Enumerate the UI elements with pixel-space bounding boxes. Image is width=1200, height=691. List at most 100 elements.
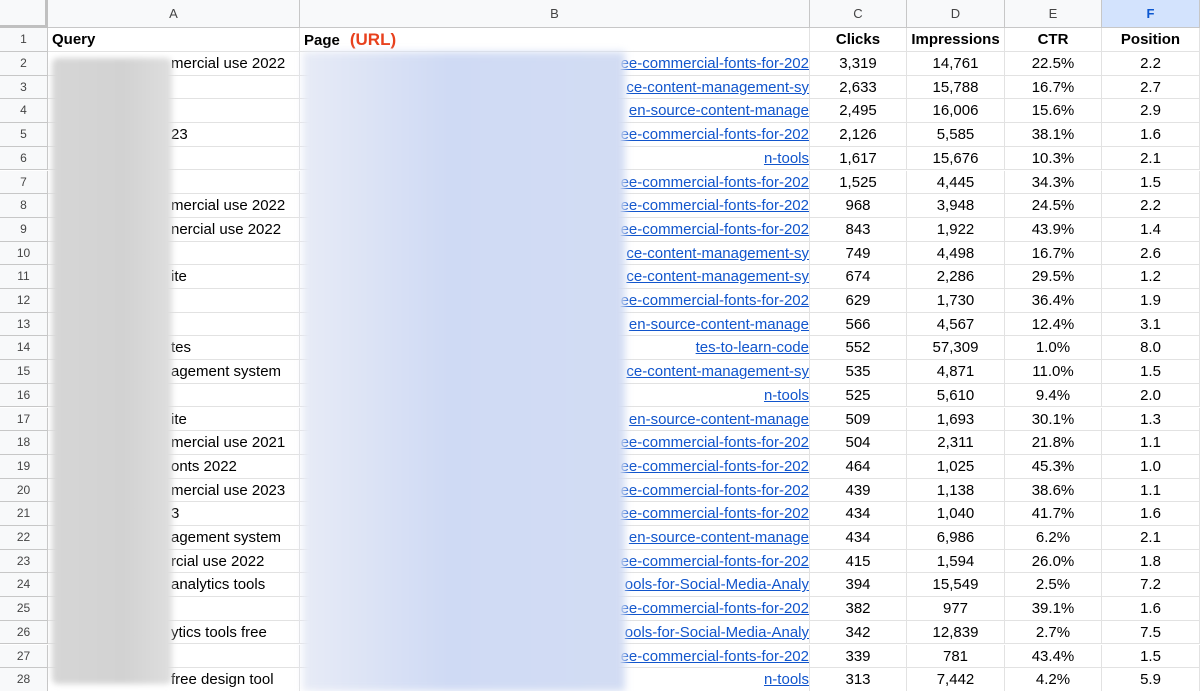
page-url-link[interactable]: ce-content-management-sy (626, 265, 809, 288)
position-cell[interactable]: 8.0 (1102, 336, 1200, 361)
page-url-link[interactable]: ools-for-Social-Media-Analy (625, 573, 809, 596)
page-url-link[interactable]: ee-commercial-fonts-for-202 (621, 479, 809, 502)
position-cell[interactable]: 2.1 (1102, 146, 1200, 171)
clicks-cell[interactable]: 504 (810, 431, 907, 455)
impressions-cell[interactable]: 2,311 (907, 431, 1005, 455)
ctr-cell[interactable]: 30.1% (1005, 407, 1102, 432)
page-url-link[interactable]: en-source-content-manage (629, 99, 809, 122)
row-number[interactable]: 23 (0, 549, 48, 574)
position-cell[interactable]: 2.2 (1102, 194, 1200, 218)
row-number[interactable]: 13 (0, 312, 48, 337)
row-number[interactable]: 27 (0, 644, 48, 669)
ctr-cell[interactable]: 15.6% (1005, 99, 1102, 124)
row-number[interactable]: 4 (0, 99, 48, 124)
position-cell[interactable]: 2.0 (1102, 383, 1200, 408)
position-cell[interactable]: 7.5 (1102, 620, 1200, 645)
position-cell[interactable]: 3.1 (1102, 312, 1200, 337)
page-url-link[interactable]: ce-content-management-sy (626, 76, 809, 99)
column-header-d[interactable]: D (907, 0, 1005, 28)
ctr-cell[interactable]: 39.1% (1005, 597, 1102, 621)
impressions-cell[interactable]: 16,006 (907, 99, 1005, 124)
header-page-cell[interactable]: Page (URL) (300, 28, 810, 52)
header-impressions-cell[interactable]: Impressions (907, 28, 1005, 52)
clicks-cell[interactable]: 2,495 (810, 99, 907, 124)
impressions-cell[interactable]: 2,286 (907, 265, 1005, 289)
row-number[interactable]: 8 (0, 194, 48, 218)
row-number[interactable]: 20 (0, 478, 48, 503)
header-position-cell[interactable]: Position (1102, 28, 1200, 52)
clicks-cell[interactable]: 1,525 (810, 170, 907, 195)
page-url-link[interactable]: ee-commercial-fonts-for-202 (621, 597, 809, 620)
clicks-cell[interactable]: 968 (810, 194, 907, 218)
impressions-cell[interactable]: 1,730 (907, 289, 1005, 313)
impressions-cell[interactable]: 6,986 (907, 526, 1005, 550)
position-cell[interactable]: 1.5 (1102, 360, 1200, 384)
column-header-c[interactable]: C (810, 0, 907, 28)
ctr-cell[interactable]: 38.6% (1005, 478, 1102, 503)
ctr-cell[interactable]: 16.7% (1005, 75, 1102, 100)
clicks-cell[interactable]: 674 (810, 265, 907, 289)
page-url-link[interactable]: ee-commercial-fonts-for-202 (621, 194, 809, 217)
page-url-link[interactable]: ee-commercial-fonts-for-202 (621, 289, 809, 312)
position-cell[interactable]: 1.9 (1102, 289, 1200, 313)
impressions-cell[interactable]: 15,549 (907, 573, 1005, 598)
impressions-cell[interactable]: 781 (907, 644, 1005, 669)
impressions-cell[interactable]: 14,761 (907, 52, 1005, 76)
position-cell[interactable]: 1.3 (1102, 407, 1200, 432)
row-number[interactable]: 28 (0, 668, 48, 691)
clicks-cell[interactable]: 313 (810, 668, 907, 691)
ctr-cell[interactable]: 2.7% (1005, 620, 1102, 645)
ctr-cell[interactable]: 24.5% (1005, 194, 1102, 218)
page-url-link[interactable]: n-tools (764, 668, 809, 691)
select-all-corner[interactable] (0, 0, 48, 28)
position-cell[interactable]: 2.2 (1102, 52, 1200, 76)
row-number[interactable]: 25 (0, 597, 48, 621)
clicks-cell[interactable]: 843 (810, 217, 907, 242)
ctr-cell[interactable]: 6.2% (1005, 526, 1102, 550)
row-number[interactable]: 22 (0, 526, 48, 550)
ctr-cell[interactable]: 12.4% (1005, 312, 1102, 337)
page-url-link[interactable]: ee-commercial-fonts-for-202 (621, 218, 809, 241)
clicks-cell[interactable]: 566 (810, 312, 907, 337)
clicks-cell[interactable]: 1,617 (810, 146, 907, 171)
page-url-link[interactable]: ee-commercial-fonts-for-202 (621, 123, 809, 146)
position-cell[interactable]: 1.8 (1102, 549, 1200, 574)
row-number[interactable]: 10 (0, 241, 48, 266)
position-cell[interactable]: 1.5 (1102, 644, 1200, 669)
ctr-cell[interactable]: 1.0% (1005, 336, 1102, 361)
ctr-cell[interactable]: 43.9% (1005, 217, 1102, 242)
row-number[interactable]: 3 (0, 75, 48, 100)
ctr-cell[interactable]: 21.8% (1005, 431, 1102, 455)
impressions-cell[interactable]: 1,693 (907, 407, 1005, 432)
clicks-cell[interactable]: 629 (810, 289, 907, 313)
header-query-cell[interactable]: Query (48, 28, 300, 52)
ctr-cell[interactable]: 22.5% (1005, 52, 1102, 76)
impressions-cell[interactable]: 1,040 (907, 502, 1005, 526)
page-url-link[interactable]: ools-for-Social-Media-Analy (625, 621, 809, 644)
row-number[interactable]: 15 (0, 360, 48, 384)
position-cell[interactable]: 2.1 (1102, 526, 1200, 550)
ctr-cell[interactable]: 9.4% (1005, 383, 1102, 408)
impressions-cell[interactable]: 7,442 (907, 668, 1005, 691)
position-cell[interactable]: 1.2 (1102, 265, 1200, 289)
page-url-link[interactable]: tes-to-learn-code (696, 336, 809, 359)
ctr-cell[interactable]: 10.3% (1005, 146, 1102, 171)
page-url-link[interactable]: ce-content-management-sy (626, 360, 809, 383)
impressions-cell[interactable]: 12,839 (907, 620, 1005, 645)
ctr-cell[interactable]: 16.7% (1005, 241, 1102, 266)
row-number[interactable]: 24 (0, 573, 48, 598)
impressions-cell[interactable]: 1,138 (907, 478, 1005, 503)
ctr-cell[interactable]: 4.2% (1005, 668, 1102, 691)
position-cell[interactable]: 1.5 (1102, 170, 1200, 195)
clicks-cell[interactable]: 342 (810, 620, 907, 645)
column-header-b[interactable]: B (300, 0, 810, 28)
column-header-f[interactable]: F (1102, 0, 1200, 28)
position-cell[interactable]: 7.2 (1102, 573, 1200, 598)
clicks-cell[interactable]: 415 (810, 549, 907, 574)
impressions-cell[interactable]: 1,594 (907, 549, 1005, 574)
page-url-link[interactable]: ce-content-management-sy (626, 242, 809, 265)
impressions-cell[interactable]: 4,567 (907, 312, 1005, 337)
page-url-link[interactable]: n-tools (764, 384, 809, 407)
row-number[interactable]: 12 (0, 289, 48, 313)
impressions-cell[interactable]: 1,922 (907, 217, 1005, 242)
